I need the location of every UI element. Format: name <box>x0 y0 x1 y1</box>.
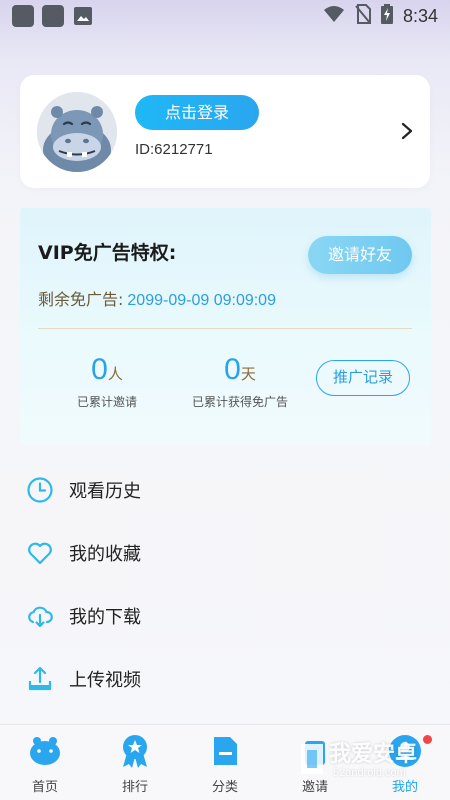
profile-card[interactable]: 点击登录 ID:6212771 <box>20 75 430 188</box>
menu-label: 我的下载 <box>69 606 141 628</box>
nav-label: 邀请 <box>301 780 328 795</box>
nav-label: 首页 <box>31 780 58 795</box>
menu-label: 观看历史 <box>69 480 141 502</box>
remaining-label: 剩余免广告: <box>38 290 124 309</box>
nav-label: 排行 <box>121 780 148 795</box>
invited-caption: 已累计邀请 <box>76 395 137 409</box>
clock-icon <box>27 476 53 503</box>
notification-app-icon <box>42 5 64 27</box>
avatar[interactable] <box>37 92 117 172</box>
nav-label: 我的 <box>391 780 418 795</box>
days-count: 0 <box>224 353 241 386</box>
menu-list: 观看历史 我的收藏 我的下载 上传视频 <box>0 458 450 710</box>
remaining-ad-free: 剩余免广告: 2099-09-09 09:09:09 <box>38 286 276 310</box>
nav-label: 分类 <box>211 780 238 795</box>
invite-icon <box>305 741 325 765</box>
nav-category[interactable]: 分类 <box>195 733 255 795</box>
menu-label: 上传视频 <box>69 669 141 691</box>
login-button[interactable]: 点击登录 <box>135 95 259 130</box>
status-bar: 8:34 <box>0 0 450 32</box>
user-id: ID:6212771 <box>135 141 213 158</box>
ad-free-days-stat: 0天 已累计获得免广告 <box>170 353 310 410</box>
menu-item-watch-history[interactable]: 观看历史 <box>0 458 450 521</box>
nav-ranking[interactable]: 排行 <box>105 733 165 795</box>
category-icon <box>214 737 237 765</box>
menu-item-favorites[interactable]: 我的收藏 <box>0 521 450 584</box>
days-unit: 天 <box>240 365 256 383</box>
menu-item-upload-video[interactable]: 上传视频 <box>0 647 450 710</box>
cloud-download-icon <box>28 606 53 627</box>
invited-count: 0 <box>91 353 108 386</box>
divider <box>38 328 412 329</box>
vip-title: VIP免广告特权: <box>38 242 177 264</box>
bottom-nav: 首页 排行 分类 邀请 我的 <box>0 724 450 800</box>
no-sim-icon <box>355 4 371 28</box>
ranking-badge-icon <box>123 735 147 768</box>
promotion-record-button[interactable]: 推广记录 <box>316 360 410 396</box>
heart-icon <box>28 542 52 564</box>
image-notification-icon <box>72 5 94 27</box>
nav-invite[interactable]: 邀请 <box>285 733 345 795</box>
notification-badge <box>423 735 432 744</box>
notification-app-icon <box>12 5 34 27</box>
status-time: 8:34 <box>402 5 438 26</box>
battery-charging-icon <box>380 4 393 28</box>
wifi-icon <box>323 5 345 27</box>
hippo-home-icon <box>30 737 60 765</box>
chevron-right-icon[interactable] <box>400 121 414 141</box>
invite-friends-button[interactable]: 邀请好友 <box>308 236 412 274</box>
invited-stat: 0人 已累计邀请 <box>52 353 162 410</box>
menu-item-downloads[interactable]: 我的下载 <box>0 584 450 647</box>
nav-home[interactable]: 首页 <box>15 733 75 795</box>
days-caption: 已累计获得免广告 <box>191 395 288 409</box>
profile-icon <box>389 735 421 767</box>
upload-icon <box>28 666 52 690</box>
vip-card: VIP免广告特权: 邀请好友 剩余免广告: 2099-09-09 09:09:09… <box>20 208 431 446</box>
remaining-value: 2099-09-09 09:09:09 <box>127 292 276 309</box>
menu-label: 我的收藏 <box>69 543 141 565</box>
invited-unit: 人 <box>107 365 123 383</box>
